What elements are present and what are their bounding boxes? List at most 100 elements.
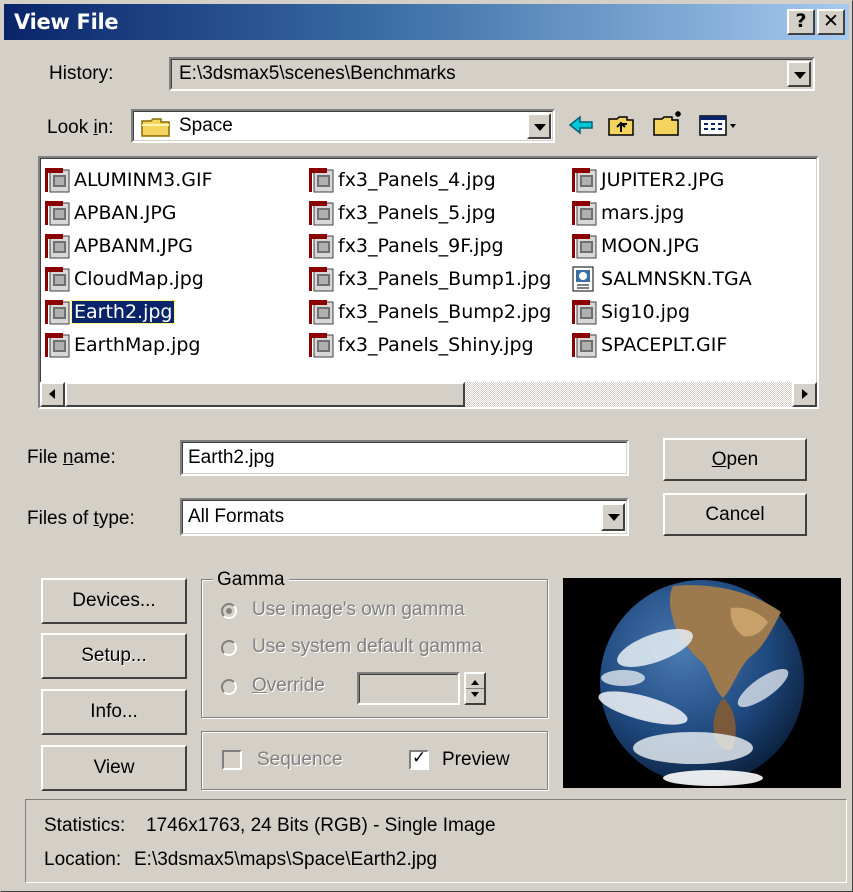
file-list-item[interactable]: fx3_Panels_Bump2.jpg xyxy=(308,298,553,326)
location-label: Location: xyxy=(44,849,122,870)
image-file-icon xyxy=(44,332,70,358)
close-button[interactable]: ✕ xyxy=(817,9,845,35)
file-list-item[interactable]: JUPITER2.JPG xyxy=(571,166,726,194)
earth-image xyxy=(598,580,804,786)
image-file-icon xyxy=(571,332,597,358)
override-spinner-buttons xyxy=(464,672,486,705)
filetype-combo[interactable]: All Formats xyxy=(180,498,629,536)
info-button[interactable]: Info... xyxy=(41,689,187,735)
image-file-icon xyxy=(44,266,70,292)
file-name-text: SPACEPLT.GIF xyxy=(601,334,728,356)
file-list-item[interactable]: fx3_Panels_Bump1.jpg xyxy=(308,265,553,293)
statistics-value: 1746x1763, 24 Bits (RGB) - Single Image xyxy=(146,815,496,836)
image-file-icon xyxy=(44,233,70,259)
gamma-override-radio xyxy=(221,679,237,695)
image-file-icon xyxy=(308,332,334,358)
view-menu-icon[interactable] xyxy=(698,113,738,142)
file-list-item[interactable]: MOON.JPG xyxy=(571,232,701,260)
filetype-value: All Formats xyxy=(188,506,285,527)
filename-field[interactable]: Earth2.jpg xyxy=(180,440,629,476)
filename-value: Earth2.jpg xyxy=(188,447,275,468)
file-name-text: mars.jpg xyxy=(601,202,685,224)
file-name-text: fx3_Panels_9F.jpg xyxy=(338,235,504,257)
filetype-label: Files of type: xyxy=(27,508,135,529)
file-list-item[interactable]: SALMNSKN.TGA xyxy=(571,265,754,293)
file-list-item[interactable]: mars.jpg xyxy=(571,199,686,227)
file-name-text: EarthMap.jpg xyxy=(74,334,201,356)
sequence-checkbox xyxy=(222,750,242,770)
history-value: E:\3dsmax5\scenes\Benchmarks xyxy=(179,63,456,84)
file-name-text: fx3_Panels_4.jpg xyxy=(338,169,496,191)
sequence-label: Sequence xyxy=(257,749,343,770)
image-file-icon xyxy=(308,299,334,325)
file-list-item[interactable]: fx3_Panels_Shiny.jpg xyxy=(308,331,536,359)
up-folder-icon[interactable] xyxy=(607,113,635,142)
file-list-item[interactable]: Earth2.jpg xyxy=(44,298,176,326)
view-file-dialog: View File ? ✕ History: E:\3dsmax5\scenes… xyxy=(0,0,853,892)
image-file-icon xyxy=(308,266,334,292)
preview-checkbox[interactable]: ✓ xyxy=(409,748,429,770)
file-name-text: ALUMINM3.GIF xyxy=(74,169,213,191)
horizontal-scrollbar[interactable] xyxy=(40,382,817,407)
lookin-value: Space xyxy=(179,115,233,136)
cancel-button[interactable]: Cancel xyxy=(663,493,807,536)
location-value: E:\3dsmax5\maps\Space\Earth2.jpg xyxy=(134,849,438,870)
image-file-icon xyxy=(571,299,597,325)
file-list-item[interactable]: APBANM.JPG xyxy=(44,232,195,260)
gamma-title: Gamma xyxy=(213,569,289,591)
filename-label: File name: xyxy=(27,447,116,468)
image-file-icon xyxy=(44,299,70,325)
lookin-combo[interactable]: Space xyxy=(131,109,555,143)
file-list-item[interactable]: fx3_Panels_5.jpg xyxy=(308,199,498,227)
gamma-system-label: Use system default gamma xyxy=(252,636,483,657)
preview-image xyxy=(563,578,841,788)
image-file-icon xyxy=(571,167,597,193)
new-folder-icon[interactable] xyxy=(652,109,686,142)
lookin-dropdown-button[interactable] xyxy=(527,113,551,139)
file-list-item[interactable]: fx3_Panels_4.jpg xyxy=(308,166,498,194)
history-dropdown-button[interactable] xyxy=(787,61,811,87)
image-file-icon xyxy=(571,233,597,259)
view-button[interactable]: View xyxy=(41,745,187,791)
open-button[interactable]: Open xyxy=(663,438,807,481)
file-name-text: CloudMap.jpg xyxy=(74,268,204,290)
file-list-item[interactable]: CloudMap.jpg xyxy=(44,265,206,293)
override-spinner-field xyxy=(357,672,460,705)
image-file-icon xyxy=(44,200,70,226)
folder-icon xyxy=(141,117,171,142)
gamma-system-radio xyxy=(221,640,237,656)
file-name-text: JUPITER2.JPG xyxy=(601,169,725,191)
gamma-override-label: Override xyxy=(252,675,325,696)
image-file-icon xyxy=(571,200,597,226)
image-file-icon xyxy=(308,200,334,226)
image-file-icon xyxy=(44,167,70,193)
filetype-dropdown-button[interactable] xyxy=(601,503,625,531)
tga-file-icon xyxy=(571,266,597,292)
file-list-item[interactable]: fx3_Panels_9F.jpg xyxy=(308,232,506,260)
file-name-text: Earth2.jpg xyxy=(70,300,176,324)
file-name-text: Sig10.jpg xyxy=(601,301,691,323)
gamma-own-label: Use image's own gamma xyxy=(252,599,465,620)
lookin-label: Look in: xyxy=(47,117,114,138)
preview-label: Preview xyxy=(442,749,510,770)
file-name-text: APBANM.JPG xyxy=(74,235,193,257)
file-list-item[interactable]: EarthMap.jpg xyxy=(44,331,203,359)
scrollbar-thumb[interactable] xyxy=(65,382,465,407)
help-button[interactable]: ? xyxy=(787,9,815,35)
file-name-text: fx3_Panels_Bump1.jpg xyxy=(338,268,552,290)
file-list-item[interactable]: APBAN.JPG xyxy=(44,199,179,227)
scroll-left-button[interactable] xyxy=(40,382,65,407)
file-list-item[interactable]: SPACEPLT.GIF xyxy=(571,331,729,359)
statistics-label: Statistics: xyxy=(44,815,126,836)
history-combo[interactable]: E:\3dsmax5\scenes\Benchmarks xyxy=(169,57,815,91)
scroll-right-button[interactable] xyxy=(792,382,817,407)
devices-button[interactable]: Devices... xyxy=(41,578,187,624)
file-list-item[interactable]: ALUMINM3.GIF xyxy=(44,166,215,194)
file-name-text: SALMNSKN.TGA xyxy=(601,268,752,290)
file-name-text: APBAN.JPG xyxy=(74,202,177,224)
file-list[interactable]: ALUMINM3.GIF APBAN.JPG APBANM.JPG CloudMap.… xyxy=(38,156,819,409)
title-bar[interactable]: View File ? ✕ xyxy=(4,4,849,40)
file-list-item[interactable]: Sig10.jpg xyxy=(571,298,692,326)
back-icon[interactable] xyxy=(568,113,594,142)
file-name-text: MOON.JPG xyxy=(601,235,700,257)
